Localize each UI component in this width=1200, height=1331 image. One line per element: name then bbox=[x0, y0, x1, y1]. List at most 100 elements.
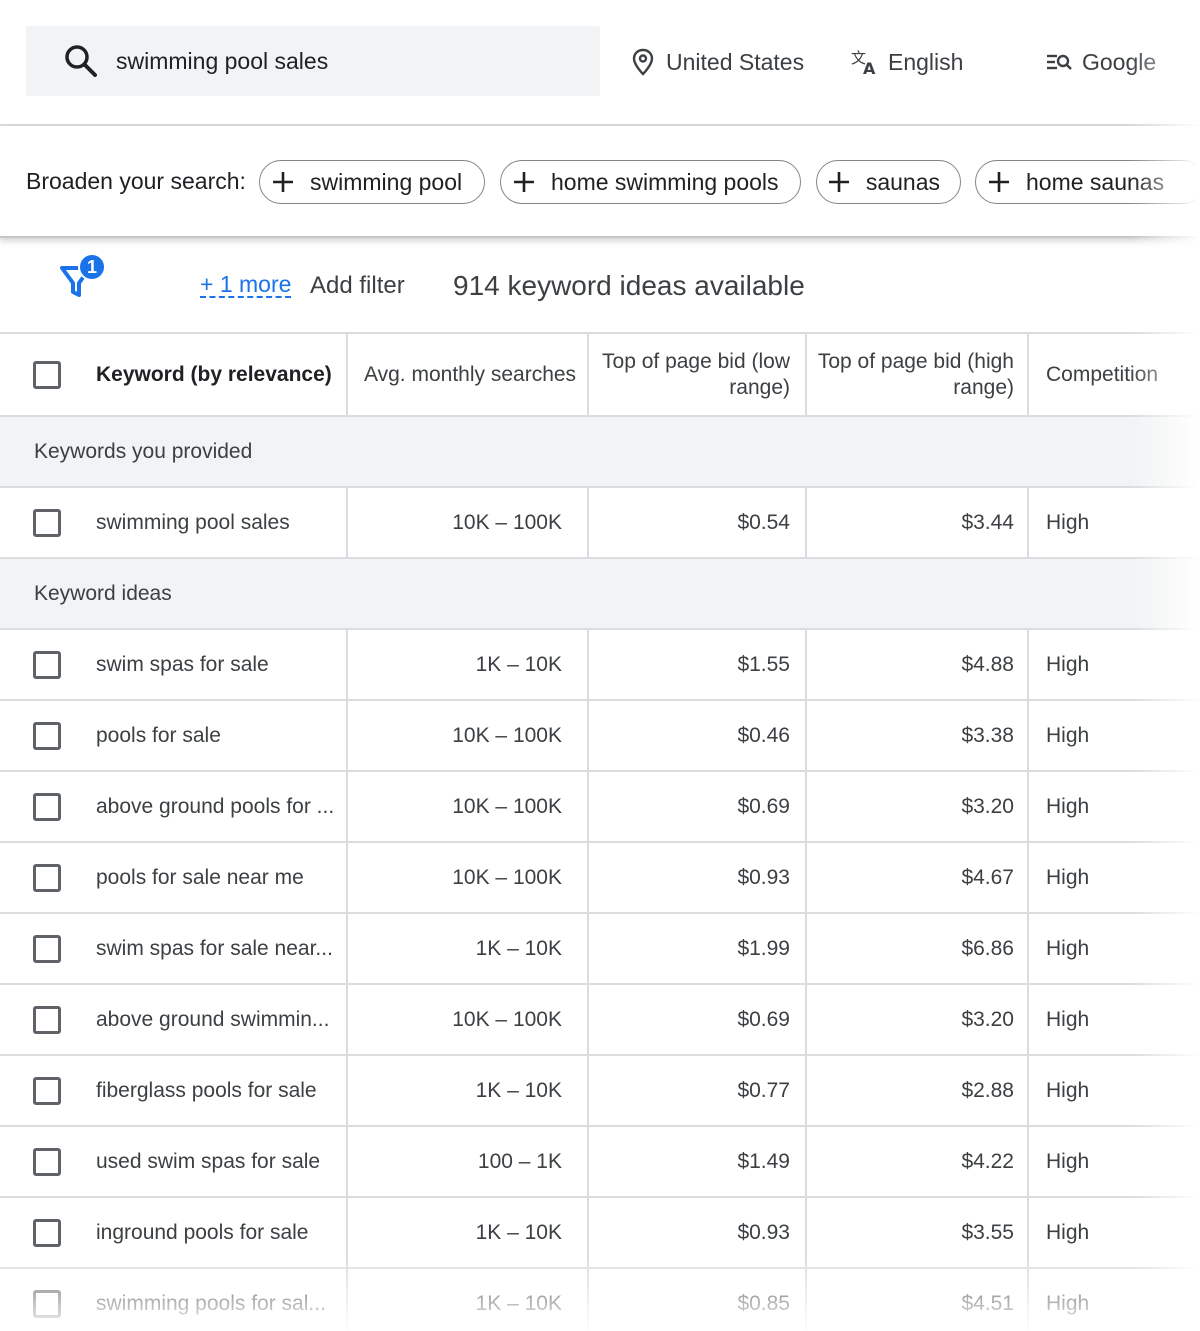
keyword-cell: fiberglass pools for sale bbox=[96, 1078, 317, 1102]
keyword-cell: used swim spas for sale bbox=[96, 1149, 321, 1173]
select-all-cell bbox=[33, 334, 61, 415]
plus-icon bbox=[986, 169, 1012, 195]
bid-low-cell: $0.77 bbox=[737, 1078, 790, 1102]
row-checkbox-cell bbox=[33, 985, 61, 1054]
bid-high-cell: $4.22 bbox=[961, 1149, 1014, 1173]
bid-low-cell: $0.46 bbox=[737, 723, 790, 747]
broaden-chip-home-saunas[interactable]: home saunas bbox=[975, 160, 1200, 204]
keyword-cell: above ground pools for ... bbox=[96, 794, 335, 818]
header-bid-low[interactable]: Top of page bid (low range) bbox=[590, 334, 790, 415]
table-row[interactable]: above ground swimmin... 10K – 100K $0.69 $3… bbox=[0, 983, 1200, 1054]
bid-high-cell: $3.20 bbox=[961, 1007, 1014, 1031]
keyword-cell: inground pools for sale bbox=[96, 1220, 309, 1244]
bid-high-cell: $3.38 bbox=[961, 723, 1014, 747]
row-checkbox[interactable] bbox=[33, 1147, 61, 1176]
network-label: Google bbox=[1082, 48, 1157, 75]
chip-label: home swimming pools bbox=[551, 168, 779, 195]
bid-high-cell: $3.20 bbox=[961, 794, 1014, 818]
row-checkbox-cell bbox=[33, 630, 61, 699]
bid-low-cell: $1.99 bbox=[737, 936, 790, 960]
plus-icon bbox=[827, 169, 852, 195]
table-row[interactable]: above ground pools for ... 10K – 100K $0.6… bbox=[0, 770, 1200, 841]
bid-low-cell: $0.93 bbox=[737, 1220, 790, 1244]
avg-searches-cell: 1K – 10K bbox=[475, 1220, 562, 1244]
row-checkbox-cell bbox=[33, 488, 61, 557]
row-checkbox[interactable] bbox=[33, 650, 61, 679]
row-checkbox[interactable] bbox=[33, 934, 61, 963]
table-row[interactable]: swimming pool sales 10K – 100K $0.54 $3.44 H… bbox=[0, 486, 1200, 557]
broaden-chip-swimming-pool[interactable]: swimming pool bbox=[259, 160, 485, 204]
keyword-cell: swim spas for sale near... bbox=[96, 936, 333, 960]
add-filter-button[interactable]: Add filter bbox=[310, 272, 405, 300]
search-box[interactable]: swimming pool sales bbox=[26, 26, 600, 96]
competition-cell: High bbox=[1046, 1149, 1090, 1173]
broaden-chip-saunas[interactable]: saunas bbox=[816, 160, 961, 204]
table-row[interactable]: inground pools for sale 1K – 10K $0.93 $3.5… bbox=[0, 1196, 1200, 1267]
header-keyword[interactable]: Keyword (by relevance) bbox=[96, 334, 336, 415]
table-row[interactable]: pools for sale near me 10K – 100K $0.93 $4.… bbox=[0, 841, 1200, 912]
section-keyword-ideas: Keyword ideas bbox=[0, 557, 1200, 628]
select-all-checkbox[interactable] bbox=[33, 360, 61, 389]
row-checkbox[interactable] bbox=[33, 863, 61, 892]
competition-cell: High bbox=[1046, 1220, 1090, 1244]
avg-searches-cell: 10K – 100K bbox=[452, 1007, 562, 1031]
bid-low-cell: $0.69 bbox=[737, 794, 790, 818]
location-pin-icon bbox=[628, 47, 658, 77]
table-row[interactable]: used swim spas for sale 100 – 1K $1.49 $4.2… bbox=[0, 1125, 1200, 1196]
filter-count-badge: 1 bbox=[78, 253, 106, 281]
translate-icon: 文A bbox=[850, 47, 880, 77]
row-checkbox-cell bbox=[33, 914, 61, 983]
keyword-cell: swimming pool sales bbox=[96, 510, 290, 534]
competition-cell: High bbox=[1046, 510, 1090, 534]
section-keywords-provided: Keywords you provided bbox=[0, 415, 1200, 486]
bid-low-cell: $0.85 bbox=[737, 1291, 790, 1315]
avg-searches-cell: 10K – 100K bbox=[452, 865, 562, 889]
table-row[interactable]: swimming pools for sal... 1K – 10K $0.85 $4… bbox=[0, 1267, 1200, 1331]
broaden-label: Broaden your search: bbox=[26, 168, 246, 194]
table-header-row: Keyword (by relevance) Avg. monthly sear… bbox=[0, 332, 1200, 415]
chip-label: home saunas bbox=[1026, 168, 1165, 195]
row-checkbox[interactable] bbox=[33, 1076, 61, 1105]
row-checkbox[interactable] bbox=[33, 1218, 61, 1247]
svg-text:A: A bbox=[863, 59, 876, 76]
broaden-search-bar: Broaden your search: swimming pool home … bbox=[0, 126, 1200, 238]
search-query[interactable]: swimming pool sales bbox=[116, 48, 328, 75]
avg-searches-cell: 1K – 10K bbox=[475, 936, 562, 960]
keyword-cell: pools for sale near me bbox=[96, 865, 304, 889]
competition-cell: High bbox=[1046, 1078, 1090, 1102]
row-checkbox[interactable] bbox=[33, 508, 61, 537]
row-checkbox[interactable] bbox=[33, 721, 61, 750]
network-selector[interactable]: Google bbox=[1044, 44, 1156, 80]
row-checkbox-cell bbox=[33, 772, 61, 841]
plus-icon bbox=[270, 169, 296, 195]
section-title: Keyword ideas bbox=[34, 581, 172, 605]
language-selector[interactable]: 文A English bbox=[850, 44, 963, 80]
table-row[interactable]: swim spas for sale near... 1K – 10K $1.99 $… bbox=[0, 912, 1200, 983]
chip-label: swimming pool bbox=[310, 168, 463, 195]
keyword-ideas-count: 914 keyword ideas available bbox=[453, 270, 805, 301]
table-row[interactable]: pools for sale 10K – 100K $0.46 $3.38 High bbox=[0, 699, 1200, 770]
broaden-chip-home-swimming-pools[interactable]: home swimming pools bbox=[500, 160, 801, 204]
bid-low-cell: $1.49 bbox=[737, 1149, 790, 1173]
table-row[interactable]: fiberglass pools for sale 1K – 10K $0.77 $2… bbox=[0, 1054, 1200, 1125]
table-row[interactable]: swim spas for sale 1K – 10K $1.55 $4.88 High bbox=[0, 628, 1200, 699]
location-label: United States bbox=[666, 48, 805, 75]
header-bid-high[interactable]: Top of page bid (high range) bbox=[808, 334, 1014, 415]
row-checkbox-cell bbox=[33, 1056, 61, 1125]
header-avg-searches[interactable]: Avg. monthly searches bbox=[364, 334, 584, 415]
row-checkbox-cell bbox=[33, 701, 61, 770]
more-filters-link[interactable]: + 1 more bbox=[200, 272, 292, 298]
competition-cell: High bbox=[1046, 1007, 1090, 1031]
row-checkbox[interactable] bbox=[33, 1005, 61, 1034]
keyword-table: Keyword (by relevance) Avg. monthly sear… bbox=[0, 332, 1200, 1331]
row-checkbox[interactable] bbox=[33, 792, 61, 821]
location-selector[interactable]: United States bbox=[628, 44, 804, 80]
bid-low-cell: $0.93 bbox=[737, 865, 790, 889]
row-checkbox[interactable] bbox=[33, 1289, 61, 1318]
bid-high-cell: $3.55 bbox=[961, 1220, 1014, 1244]
bid-high-cell: $6.86 bbox=[961, 936, 1014, 960]
search-icon bbox=[64, 44, 98, 78]
avg-searches-cell: 100 – 1K bbox=[477, 1149, 562, 1173]
header-competition[interactable]: Competition bbox=[1046, 334, 1176, 415]
bid-high-cell: $4.51 bbox=[961, 1291, 1014, 1315]
